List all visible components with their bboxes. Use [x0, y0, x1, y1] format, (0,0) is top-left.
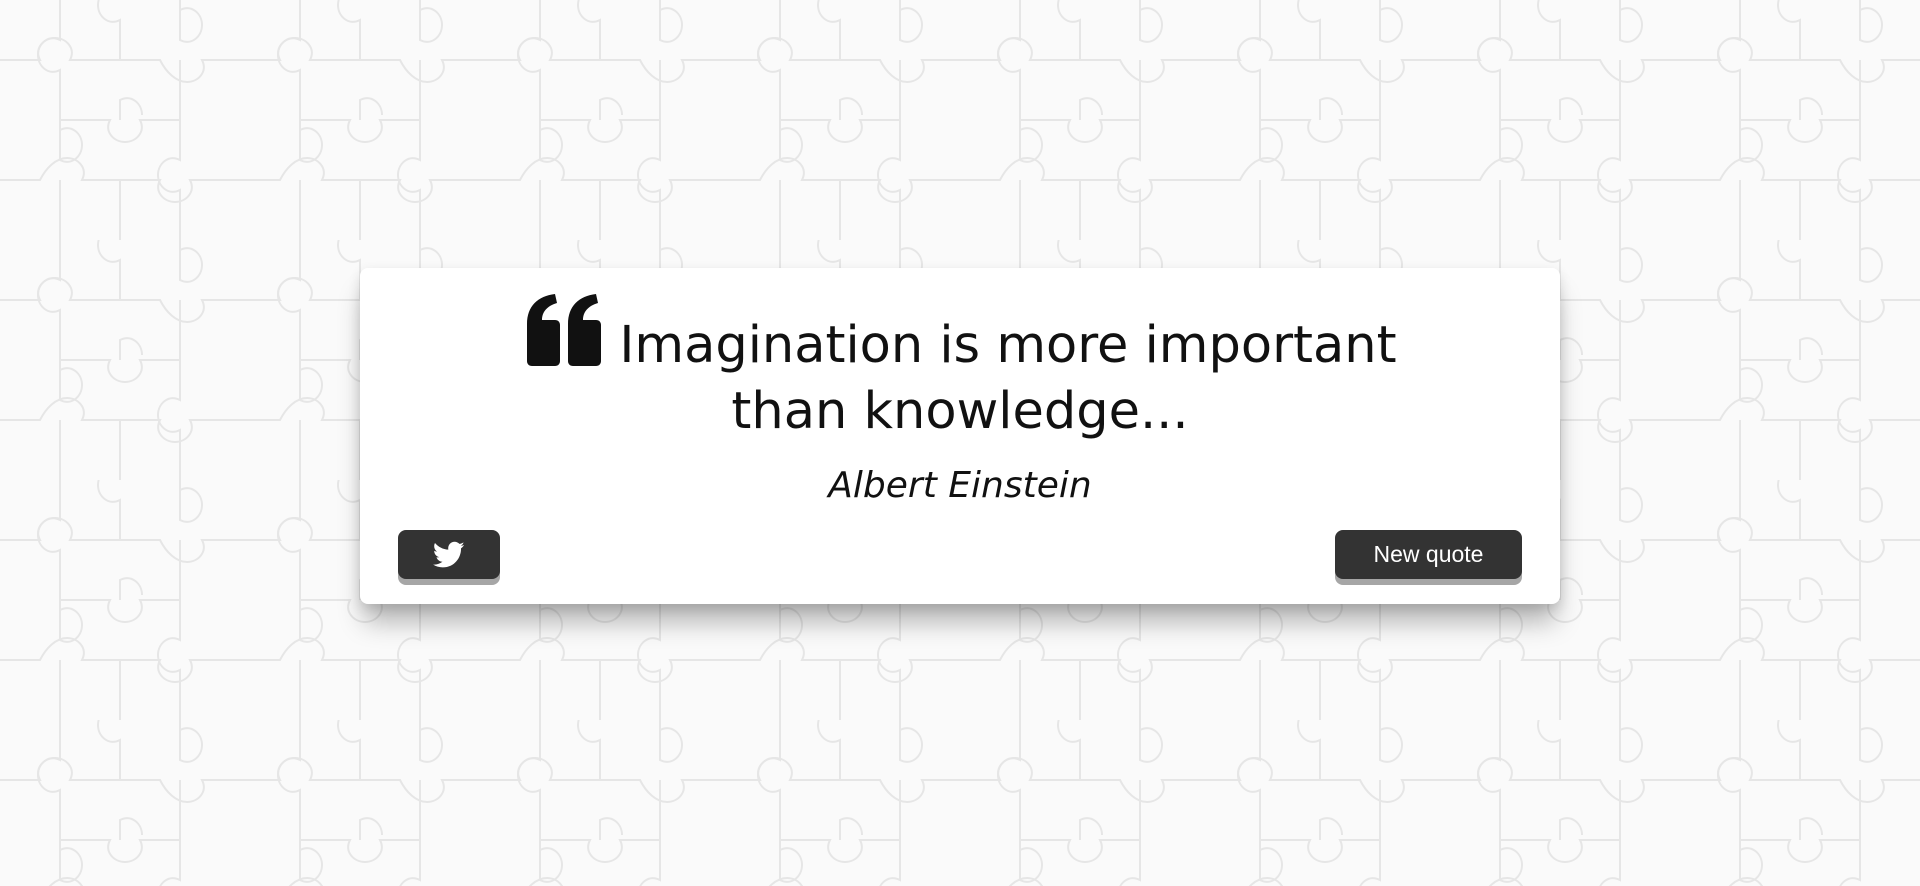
new-quote-button[interactable]: New quote [1335, 530, 1522, 579]
quote-left-icon [523, 294, 605, 366]
quote-text: Imagination is more important than knowl… [619, 316, 1397, 441]
quote-author: Albert Einstein [828, 465, 1092, 506]
twitter-icon [433, 541, 465, 569]
tweet-quote-button[interactable] [398, 530, 500, 579]
quote-card: Imagination is more important than knowl… [360, 268, 1560, 604]
quote-text-block: Imagination is more important than knowl… [460, 294, 1460, 445]
